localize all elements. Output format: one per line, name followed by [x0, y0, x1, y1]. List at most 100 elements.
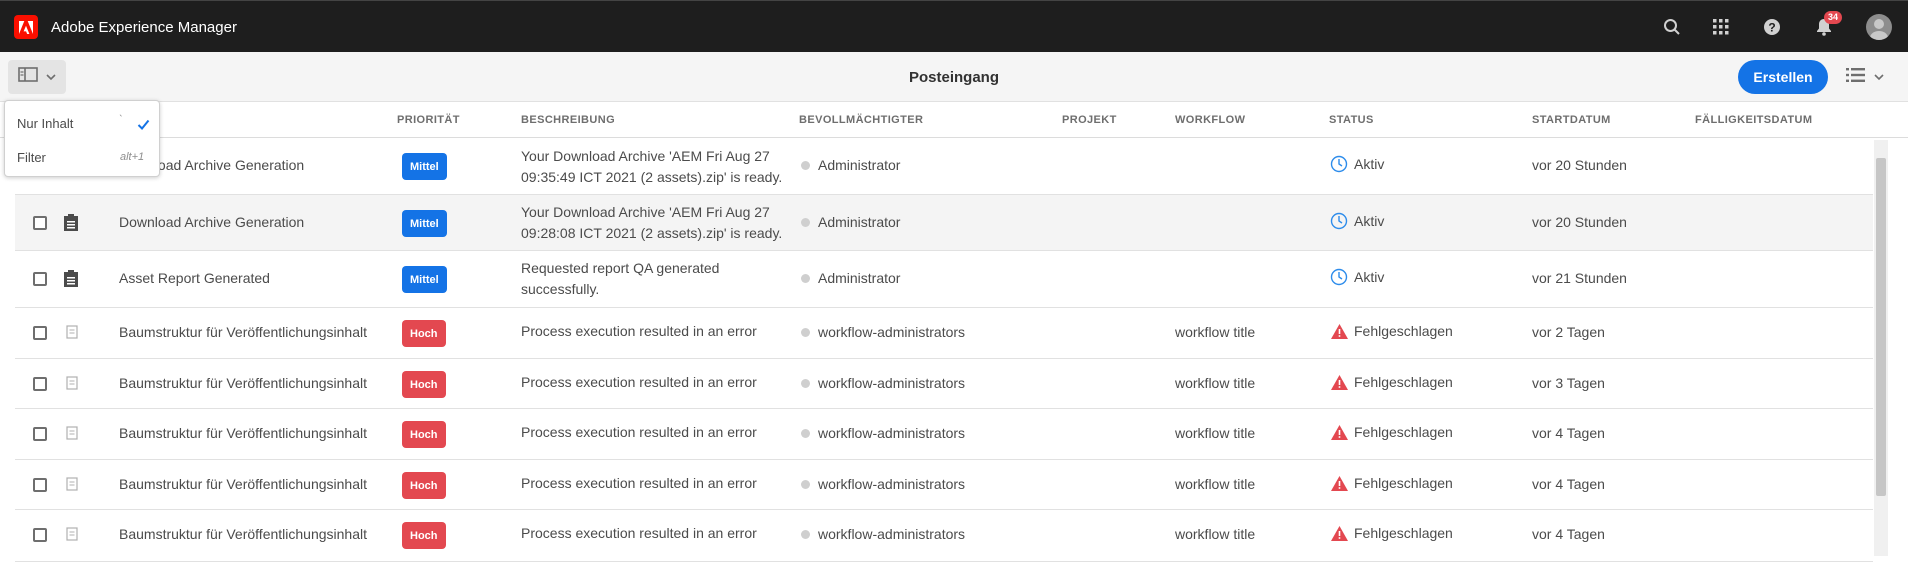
status: Aktiv [1330, 155, 1384, 173]
workflow-name[interactable]: workflow title [1175, 526, 1255, 542]
clock-icon [1330, 268, 1348, 286]
workflow-name[interactable]: workflow title [1175, 324, 1255, 340]
assignee-avatar-dot [801, 429, 810, 438]
table-row[interactable]: Download Archive Generation Mittel Your … [15, 195, 1873, 251]
clock-icon [1330, 212, 1348, 230]
column-header-start-date[interactable]: STARTDATUM [1532, 114, 1611, 126]
alert-icon [1331, 324, 1348, 339]
task-description: Requested report QA generated successful… [521, 258, 719, 300]
task-description: Process execution resulted in an error [521, 523, 757, 544]
row-checkbox[interactable] [33, 528, 47, 542]
workflow-item-icon [66, 376, 78, 395]
assignee-name: workflow-administrators [818, 476, 966, 492]
workflow-name[interactable]: workflow title [1175, 476, 1255, 492]
table-row[interactable]: Asset Report Generated Mittel Requested … [15, 251, 1873, 308]
column-header-description[interactable]: BESCHREIBUNG [521, 114, 615, 126]
row-checkbox[interactable] [33, 272, 47, 286]
column-header-workflow[interactable]: WORKFLOW [1175, 114, 1245, 126]
vertical-scrollbar[interactable] [1874, 140, 1888, 556]
priority-badge: Hoch [402, 421, 446, 448]
apps-grid-icon[interactable] [1709, 15, 1733, 39]
scrollbar-thumb[interactable] [1876, 158, 1886, 496]
search-icon[interactable] [1660, 15, 1684, 39]
assignee-name: Administrator [818, 214, 901, 230]
task-title[interactable]: Baumstruktur für Veröffentlichungsinhalt [119, 324, 367, 340]
help-icon[interactable]: ? [1760, 15, 1784, 39]
task-description: Your Download Archive 'AEM Fri Aug 27 09… [521, 146, 782, 188]
row-checkbox[interactable] [33, 478, 47, 492]
view-switcher[interactable] [1846, 64, 1896, 90]
list-view-icon [1846, 67, 1866, 88]
assignee-name: workflow-administrators [818, 324, 966, 340]
priority-badge: Mittel [402, 266, 447, 293]
status: Aktiv [1330, 212, 1384, 230]
task-title[interactable]: Baumstruktur für Veröffentlichungsinhalt [119, 425, 367, 441]
description-line: Process execution resulted in an error [521, 525, 757, 541]
table-row[interactable]: Baumstruktur für Veröffentlichungsinhalt… [15, 510, 1873, 562]
task-title[interactable]: Asset Report Generated [119, 270, 270, 286]
checkmark-icon [137, 117, 150, 135]
user-avatar[interactable] [1866, 14, 1892, 40]
bell-icon[interactable]: 34 [1812, 11, 1842, 39]
menu-item-filter[interactable]: Filter [17, 150, 46, 165]
assignee-avatar-dot [801, 480, 810, 489]
create-button[interactable]: Erstellen [1738, 60, 1828, 94]
description-line: Requested report QA generated [521, 260, 720, 276]
assignee-name: Administrator [818, 270, 901, 286]
table-row[interactable]: Download Archive Generation Mittel Your … [15, 138, 1873, 195]
workflow-name[interactable]: workflow title [1175, 425, 1255, 441]
description-line: successfully. [521, 281, 600, 297]
priority-badge: Hoch [402, 522, 446, 549]
assignee-avatar-dot [801, 161, 810, 170]
notification-count-badge: 34 [1823, 11, 1842, 24]
adobe-logo-icon[interactable] [14, 15, 38, 39]
start-date: vor 20 Stunden [1532, 214, 1627, 230]
task-description: Process execution resulted in an error [521, 473, 757, 494]
priority-badge: Hoch [402, 472, 446, 499]
menu-item-content-only[interactable]: Nur Inhalt [17, 116, 73, 131]
workflow-item-icon [66, 426, 78, 445]
start-date: vor 4 Tagen [1532, 476, 1605, 492]
row-checkbox[interactable] [33, 377, 47, 391]
column-header-project[interactable]: PROJEKT [1062, 114, 1117, 126]
task-title[interactable]: Baumstruktur für Veröffentlichungsinhalt [119, 375, 367, 391]
column-header-priority[interactable]: PRIORITÄT [397, 114, 460, 126]
start-date: vor 4 Tagen [1532, 526, 1605, 542]
status: Fehlgeschlagen [1330, 475, 1453, 492]
start-date: vor 2 Tagen [1532, 324, 1605, 340]
task-title[interactable]: Download Archive Generation [119, 214, 304, 230]
alert-icon [1331, 526, 1348, 541]
task-icon [63, 213, 79, 237]
description-line: 09:28:08 ICT 2021 (2 assets).zip' is rea… [521, 225, 783, 241]
rail-popover-menu: Nur Inhalt ` Filter alt+1 [4, 100, 160, 177]
table-row[interactable]: Baumstruktur für Veröffentlichungsinhalt… [15, 308, 1873, 359]
description-line: Your Download Archive 'AEM Fri Aug 27 [521, 148, 770, 164]
assignee: workflow-administrators [801, 425, 965, 441]
assignee: Administrator [801, 157, 900, 173]
status-label: Aktiv [1354, 213, 1385, 229]
task-title[interactable]: Baumstruktur für Veröffentlichungsinhalt [119, 476, 367, 492]
row-checkbox[interactable] [33, 326, 47, 340]
clock-icon [1330, 155, 1348, 173]
table-row[interactable]: Baumstruktur für Veröffentlichungsinhalt… [15, 460, 1873, 510]
row-checkbox[interactable] [33, 216, 47, 230]
assignee-name: workflow-administrators [818, 526, 966, 542]
table-row[interactable]: Baumstruktur für Veröffentlichungsinhalt… [15, 409, 1873, 460]
assignee: workflow-administrators [801, 526, 965, 542]
column-header-status[interactable]: STATUS [1329, 114, 1374, 126]
column-header-assignee[interactable]: BEVOLLMÄCHTIGTER [799, 114, 923, 126]
assignee: workflow-administrators [801, 324, 965, 340]
status: Fehlgeschlagen [1330, 424, 1453, 441]
row-checkbox[interactable] [33, 427, 47, 441]
task-title[interactable]: Baumstruktur für Veröffentlichungsinhalt [119, 526, 367, 542]
alert-icon [1331, 375, 1348, 390]
alert-icon [1331, 425, 1348, 440]
column-header-due-date[interactable]: FÄLLIGKEITSDATUM [1695, 114, 1812, 126]
description-line: Your Download Archive 'AEM Fri Aug 27 [521, 204, 770, 220]
workflow-name[interactable]: workflow title [1175, 375, 1255, 391]
table-row[interactable]: Baumstruktur für Veröffentlichungsinhalt… [15, 359, 1873, 409]
status-label: Fehlgeschlagen [1354, 424, 1453, 440]
app-title[interactable]: Adobe Experience Manager [51, 19, 237, 36]
task-description: Your Download Archive 'AEM Fri Aug 27 09… [521, 202, 782, 244]
priority-badge: Hoch [402, 371, 446, 398]
